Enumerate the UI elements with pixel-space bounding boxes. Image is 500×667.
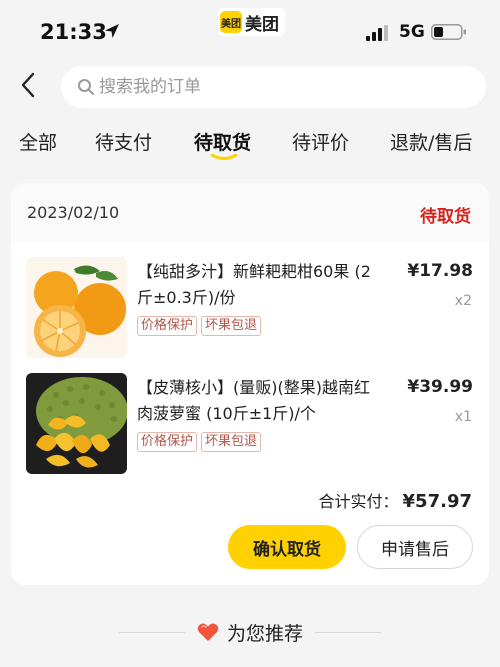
tab-pending-review[interactable]: 待评价 (292, 128, 349, 155)
header (0, 62, 500, 114)
recommend-label: 为您推荐 (226, 622, 303, 645)
search-input[interactable] (99, 77, 399, 97)
product-price: ¥17.98 (407, 261, 473, 281)
active-tab-indicator (210, 154, 238, 160)
bad-fruit-refund-tag: 坏果包退 (201, 432, 262, 452)
app-logo: 美团 (220, 11, 242, 33)
order-product-item[interactable]: 【纯甜多汁】新鲜耙耙柑60果 (2斤±0.3斤)/份 ¥17.98 x2 价格保… (11, 257, 489, 365)
app-name: 美团 (245, 14, 279, 35)
order-total: 合计实付： ¥57.97 (319, 488, 472, 512)
status-bar: 21:33 美团 美团 5G (0, 0, 500, 62)
chevron-left-icon (21, 72, 35, 98)
order-product-item[interactable]: 【皮薄核小】(量贩)(整果)越南红肉菠萝蜜 (10斤±1斤)/个 ¥39.99 … (11, 373, 489, 481)
total-label: 合计实付： (318, 492, 399, 511)
search-icon (78, 79, 94, 95)
heart-icon (197, 623, 219, 641)
order-status: 待取货 (420, 207, 471, 227)
product-title: 【纯甜多汁】新鲜耙耙柑60果 (2斤±0.3斤)/份 (137, 262, 371, 307)
tab-all[interactable]: 全部 (19, 128, 57, 155)
confirm-pickup-button[interactable]: 确认取货 (228, 525, 346, 569)
mandarin-orange-image (26, 257, 127, 358)
recommend-section-header: 为您推荐 (0, 612, 500, 652)
product-tags: 价格保护 坏果包退 (137, 432, 262, 452)
location-arrow-icon (105, 24, 119, 38)
product-tags: 价格保护 坏果包退 (137, 316, 262, 336)
divider-line (315, 631, 381, 633)
order-card[interactable]: 2023/02/10 待取货 【纯甜多汁】新鲜耙耙柑60果 (2斤±0.3斤)/… (11, 183, 489, 585)
order-date: 2023/02/10 (27, 203, 120, 222)
divider-line (118, 631, 185, 633)
price-protection-tag: 价格保护 (137, 316, 198, 336)
tab-pending-pickup[interactable]: 待取货 (194, 128, 251, 155)
app-badge: 美团 美团 (218, 8, 285, 36)
bad-fruit-refund-tag: 坏果包退 (201, 316, 262, 336)
tab-pending-payment[interactable]: 待支付 (95, 128, 152, 155)
total-value: ¥57.97 (402, 491, 472, 512)
search-box[interactable] (61, 66, 486, 108)
product-title: 【皮薄核小】(量贩)(整果)越南红肉菠萝蜜 (10斤±1斤)/个 (137, 378, 370, 423)
price-protection-tag: 价格保护 (137, 432, 198, 452)
signal-icon (366, 25, 388, 41)
back-button[interactable] (14, 68, 42, 102)
order-tabs: 全部 待支付 待取货 待评价 退款/售后 (0, 118, 500, 168)
apply-aftersale-button[interactable]: 申请售后 (357, 525, 473, 569)
product-quantity: x2 (454, 293, 472, 309)
product-quantity: x1 (454, 409, 472, 425)
order-card-header: 2023/02/10 待取货 (11, 183, 489, 241)
tab-refund-aftersale[interactable]: 退款/售后 (390, 128, 472, 155)
network-label: 5G (399, 22, 425, 42)
battery-icon (431, 24, 466, 40)
product-price: ¥39.99 (407, 377, 473, 397)
jackfruit-image (26, 373, 127, 474)
clock-time: 21:33 (40, 20, 107, 44)
